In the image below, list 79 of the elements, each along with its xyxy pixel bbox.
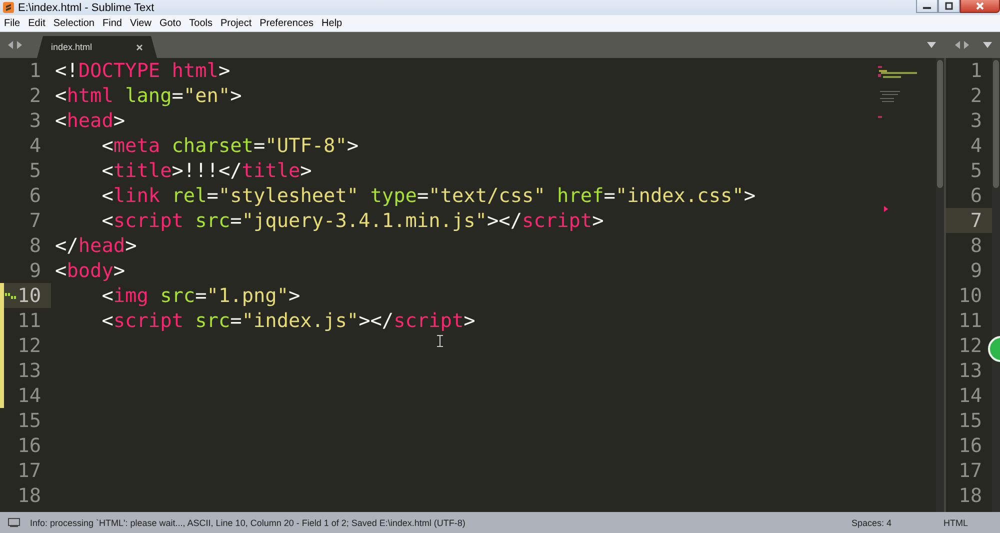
code-line: <body> xyxy=(55,259,126,282)
line-number: 4 xyxy=(29,133,41,158)
code-line: <script src="index.js"></script> xyxy=(100,309,476,332)
line-number: 9 xyxy=(970,259,982,282)
line-number: 10 xyxy=(958,284,982,307)
menu-item[interactable]: File xyxy=(0,18,24,28)
line-number: 11 xyxy=(18,308,41,333)
console-icon[interactable] xyxy=(8,518,20,527)
code-line: <head> xyxy=(55,109,126,132)
menu-item[interactable]: View xyxy=(126,18,156,28)
dropdown-icon[interactable] xyxy=(927,42,936,48)
line-number: 15 xyxy=(958,409,982,432)
code-line: <html lang="en"> xyxy=(55,84,242,107)
restore-button[interactable] xyxy=(938,0,960,13)
menu-item[interactable]: Edit xyxy=(24,18,50,28)
close-icon xyxy=(976,2,984,10)
menu-item[interactable]: Help xyxy=(318,18,346,28)
tab-navigation-arrows-icon[interactable] xyxy=(8,41,22,49)
line-number: 12 xyxy=(958,334,982,357)
line-number: 2 xyxy=(29,83,41,108)
tab-navigation-arrows-icon[interactable] xyxy=(955,41,969,49)
line-number: 15 xyxy=(18,408,41,433)
menu-item[interactable]: Tools xyxy=(185,18,216,28)
line-number: 1 xyxy=(970,59,982,82)
line-number: 8 xyxy=(29,233,41,258)
scrollbar-thumb[interactable] xyxy=(993,60,999,188)
line-number: 13 xyxy=(18,358,41,383)
line-number: 3 xyxy=(970,109,982,132)
line-number: 17 xyxy=(958,459,982,482)
line-number: 10 xyxy=(18,283,41,308)
line-number: 14 xyxy=(958,384,982,407)
line-number: 6 xyxy=(970,184,982,207)
line-number: 9 xyxy=(29,258,41,283)
close-button[interactable] xyxy=(960,0,1000,13)
syntax-setting[interactable]: HTML xyxy=(944,518,968,528)
line-number: 12 xyxy=(18,333,41,358)
line-number: 6 xyxy=(29,183,41,208)
line-number: 5 xyxy=(970,159,982,182)
line-number: 11 xyxy=(958,309,982,332)
code-line: </head> xyxy=(55,234,137,257)
line-number: 16 xyxy=(18,433,41,458)
line-number: 1 xyxy=(29,58,41,83)
code-line: <img src="1.png"> xyxy=(100,284,300,307)
code-line: <!DOCTYPE html> xyxy=(55,59,230,82)
line-number: 8 xyxy=(970,234,982,257)
line-number: 16 xyxy=(958,434,982,457)
line-number: 4 xyxy=(970,134,982,157)
menu-item[interactable]: Find xyxy=(98,18,126,28)
line-number: 18 xyxy=(18,483,41,508)
window-title: E:\index.html - Sublime Text xyxy=(18,2,154,14)
menu-item[interactable]: Preferences xyxy=(256,18,318,28)
menu-item[interactable]: Selection xyxy=(49,18,98,28)
dropdown-icon[interactable] xyxy=(983,42,992,48)
text-cursor-icon xyxy=(436,335,444,347)
close-icon[interactable] xyxy=(136,44,143,50)
diff-marker-icon xyxy=(884,206,888,212)
indentation-setting[interactable]: Spaces: 4 xyxy=(851,518,892,528)
line-number: 5 xyxy=(29,158,41,183)
line-number: 17 xyxy=(18,458,41,483)
line-number: 3 xyxy=(29,108,41,133)
menu-item[interactable]: Project xyxy=(216,18,256,28)
quote-marks-icon xyxy=(4,292,16,298)
code-line: <link rel="stylesheet" type="text/css" href="index.css"> xyxy=(100,184,756,207)
line-number: 18 xyxy=(958,484,982,507)
restore-icon xyxy=(945,2,953,10)
scrollbar-thumb[interactable] xyxy=(937,60,943,188)
line-number: 7 xyxy=(29,208,41,233)
code-line: <script src="jquery-3.4.1.min.js"></script> xyxy=(100,209,604,232)
app-logo-icon xyxy=(3,2,14,13)
line-number: 2 xyxy=(970,84,982,107)
line-number: 14 xyxy=(18,383,41,408)
file-tab[interactable]: index.html xyxy=(37,36,157,58)
status-message: Info: processing `HTML': please wait..., ASCII, Line 10, Column 20 - Field 1 of 2; Saved E:\index.html (UTF-8) xyxy=(30,518,466,528)
code-line: <meta charset="UTF-8"> xyxy=(100,134,359,157)
line-number: 13 xyxy=(958,359,982,382)
code-line: <title>!!!</title> xyxy=(100,159,312,182)
minimize-button[interactable] xyxy=(916,0,938,13)
menu-item[interactable]: Goto xyxy=(155,18,186,28)
line-number: 7 xyxy=(970,209,982,232)
